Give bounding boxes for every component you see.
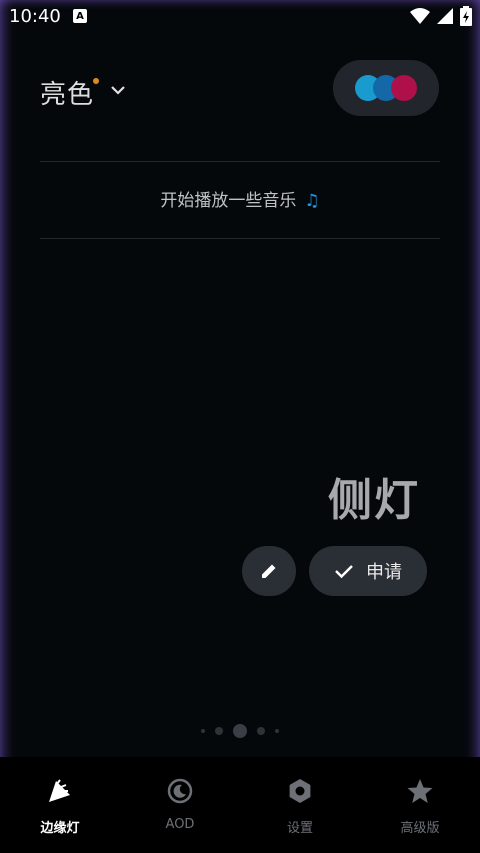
nav-item-aod[interactable]: AOD — [120, 757, 240, 853]
nav-item-edge-light[interactable]: 边缘灯 — [0, 757, 120, 853]
color-palette-button[interactable] — [333, 60, 439, 116]
theme-indicator-dot — [93, 78, 99, 84]
apply-button[interactable]: 申请 — [309, 546, 427, 596]
status-time: 10:40 — [9, 6, 61, 27]
theme-header: 亮色 — [40, 60, 440, 116]
nav-item-settings[interactable]: 设置 — [240, 757, 360, 853]
apply-button-label: 申请 — [366, 562, 402, 583]
edge-light-icon — [49, 779, 70, 802]
palette-color-3 — [391, 75, 417, 101]
nav-label-premium: 高级版 — [400, 821, 440, 836]
aod-icon — [167, 778, 193, 804]
status-icons — [410, 6, 472, 26]
wifi-icon — [410, 8, 430, 24]
chevron-down-icon[interactable] — [110, 84, 126, 96]
notification-badge: A — [73, 9, 87, 23]
page-dot[interactable] — [275, 729, 279, 733]
signal-icon — [437, 8, 453, 24]
nav-label-settings: 设置 — [286, 821, 313, 836]
page-indicator — [0, 724, 480, 738]
divider-top — [40, 161, 440, 162]
check-icon — [335, 565, 353, 579]
page-dot[interactable] — [201, 729, 205, 733]
page-dot[interactable] — [257, 727, 265, 735]
status-bar: 10:40 A — [0, 0, 480, 34]
divider-bottom — [40, 238, 440, 239]
page-dot-active[interactable] — [233, 724, 247, 738]
settings-icon — [289, 779, 311, 803]
preview-title: 侧灯 — [328, 475, 420, 526]
nav-label-aod: AOD — [165, 817, 195, 832]
page-dot[interactable] — [215, 727, 223, 735]
edit-button[interactable] — [242, 546, 296, 596]
nav-label-edge-light: 边缘灯 — [40, 821, 80, 836]
bottom-navigation: 边缘灯 AOD 设置 高级版 — [0, 757, 480, 853]
music-prompt: 开始播放一些音乐 ♫ — [40, 186, 440, 211]
theme-selector-label[interactable]: 亮色 — [40, 74, 94, 111]
nav-item-premium[interactable]: 高级版 — [360, 757, 480, 853]
pencil-icon — [262, 564, 276, 578]
music-note-icon: ♫ — [304, 191, 320, 211]
battery-charging-icon — [460, 6, 472, 26]
star-icon — [407, 779, 433, 803]
music-prompt-text: 开始播放一些音乐 — [160, 191, 297, 211]
